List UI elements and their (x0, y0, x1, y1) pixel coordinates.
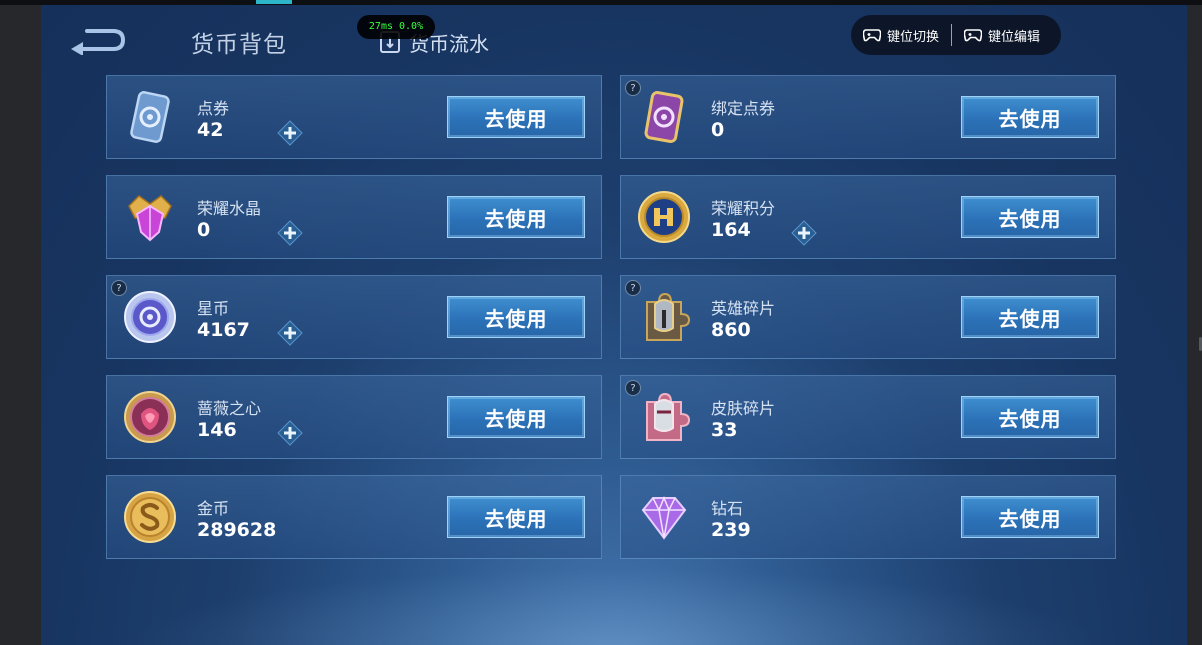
left-window-border (0, 5, 41, 645)
hero-fragment-icon (646, 292, 691, 341)
currency-amount: 289628 (197, 519, 277, 541)
currency-name: 钻石 (711, 499, 744, 518)
use-button[interactable]: 去使用 (447, 96, 585, 138)
key-edit-button[interactable]: 键位编辑 (952, 15, 1052, 55)
gamepad-icon (964, 29, 983, 42)
currency-card-glory-crystal: 荣耀水晶 0 去使用 (106, 175, 602, 259)
add-plus-icon[interactable] (277, 320, 303, 346)
currency-name: 皮肤碎片 (711, 399, 776, 418)
currency-name: 金币 (197, 499, 230, 518)
game-screen: 货币背包 货币流水 27ms 0.0% 键位切换 键位编辑 点券 42 去使用 … (41, 5, 1187, 645)
currency-amount: 4167 (197, 319, 250, 341)
currency-card-rose-heart: 蔷薇之心 146 去使用 (106, 375, 602, 459)
key-mapping-toolbar: 键位切换 键位编辑 (851, 15, 1061, 55)
key-switch-button[interactable]: 键位切换 (851, 15, 951, 55)
use-button[interactable]: 去使用 (961, 496, 1099, 538)
currency-amount: 146 (197, 419, 237, 441)
currency-amount: 0 (711, 119, 725, 141)
currency-amount: 0 (197, 219, 211, 241)
use-button[interactable]: 去使用 (447, 296, 585, 338)
currency-card-star-coin: ? 星币 4167 去使用 (106, 275, 602, 359)
add-plus-icon[interactable] (277, 220, 303, 246)
tab-currency-bag[interactable]: 货币背包 (191, 25, 287, 59)
currency-card-hero-fragment: ? 英雄碎片 860 去使用 (620, 275, 1116, 359)
currency-name: 绑定点券 (711, 99, 776, 118)
voucher-card-icon (130, 91, 170, 143)
currency-amount: 164 (711, 219, 751, 241)
rose-heart-icon (124, 391, 176, 443)
active-tab-indicator (256, 0, 292, 4)
skin-fragment-icon (646, 392, 691, 441)
currency-name: 点券 (197, 99, 230, 118)
use-button[interactable]: 去使用 (961, 96, 1099, 138)
bound-voucher-card-icon (644, 91, 684, 143)
add-plus-icon[interactable] (277, 420, 303, 446)
currency-name: 荣耀水晶 (197, 199, 262, 218)
currency-card-diamond: 钻石 239 去使用 (620, 475, 1116, 559)
currency-card-skin-fragment: ? 皮肤碎片 33 去使用 (620, 375, 1116, 459)
currency-name: 荣耀积分 (711, 199, 776, 218)
back-arrow-icon (71, 29, 126, 56)
key-edit-label: 键位编辑 (988, 29, 1041, 45)
right-window-border (1187, 5, 1202, 645)
diamond-icon (641, 496, 687, 540)
star-coin-icon (124, 291, 176, 343)
add-plus-icon[interactable] (791, 220, 817, 246)
currency-card-bound-voucher: ? 绑定点券 0 去使用 (620, 75, 1116, 159)
currency-name: 英雄碎片 (711, 299, 776, 318)
currency-card-glory-points: 荣耀积分 164 去使用 (620, 175, 1116, 259)
back-button[interactable] (69, 25, 127, 56)
currency-name: 星币 (197, 299, 230, 318)
currency-amount: 42 (197, 119, 224, 141)
gamepad-icon (863, 29, 881, 42)
glory-crystal-icon (128, 195, 172, 242)
add-plus-icon[interactable] (277, 120, 303, 146)
currency-amount: 239 (711, 519, 751, 541)
use-button[interactable]: 去使用 (447, 496, 585, 538)
gold-coin-icon (124, 491, 176, 543)
use-button[interactable]: 去使用 (447, 196, 585, 238)
use-button[interactable]: 去使用 (961, 196, 1099, 238)
use-button[interactable]: 去使用 (447, 396, 585, 438)
currency-card-voucher: 点券 42 去使用 (106, 75, 602, 159)
fps-overlay: 27ms 0.0% (357, 15, 435, 39)
key-switch-label: 键位切换 (887, 29, 940, 45)
currency-amount: 33 (711, 419, 738, 441)
use-button[interactable]: 去使用 (961, 396, 1099, 438)
currency-card-gold-coin: 金币 289628 去使用 (106, 475, 602, 559)
currency-name: 蔷薇之心 (197, 399, 262, 418)
use-button[interactable]: 去使用 (961, 296, 1099, 338)
currency-amount: 860 (711, 319, 751, 341)
glory-points-icon (638, 191, 690, 243)
